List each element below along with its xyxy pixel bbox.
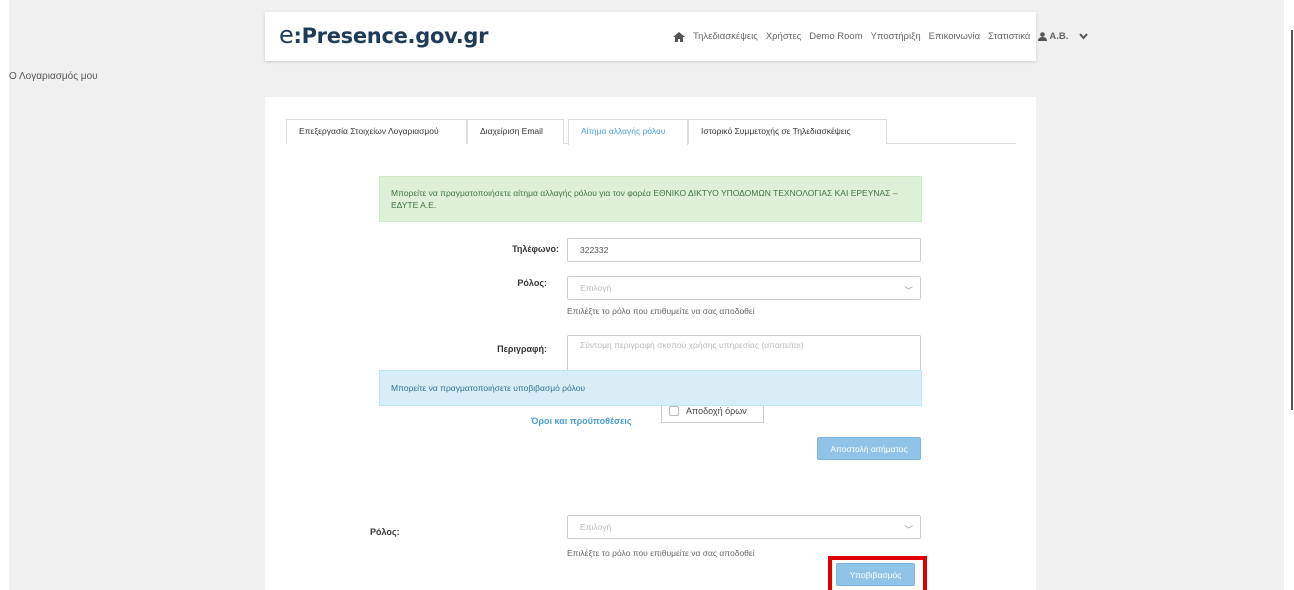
downgrade-role-help: Επιλέξτε το ρόλο που επιθυμείτε να σας α…	[567, 548, 755, 558]
tab-role-change[interactable]: Αίτημα αλλαγής ρόλου	[568, 119, 688, 145]
role-select-value: Επιλογή	[580, 283, 612, 293]
chevron-down-icon: ﹀	[903, 286, 913, 296]
account-card: Επεξεργασία Στοιχείων Λογαριασμού Διαχεί…	[265, 97, 1036, 590]
tabs: Επεξεργασία Στοιχείων Λογαριασμού Διαχεί…	[286, 119, 1016, 145]
role-label: Ρόλος:	[517, 278, 547, 288]
tab-email[interactable]: Διαχείριση Email	[467, 119, 564, 144]
tab-history[interactable]: Ιστορικό Συμμετοχής σε Τηλεδιασκέψεις	[688, 119, 887, 144]
brand-logo[interactable]: e:Presence.gov.gr	[279, 21, 489, 49]
downgrade-role-value: Επιλογή	[580, 522, 612, 532]
nav-item-support[interactable]: Υποστήριξη	[871, 31, 921, 42]
checkbox-icon[interactable]	[669, 406, 679, 416]
page-title: Ο Λογαριασμός μου	[9, 71, 98, 82]
downgrade-role-select[interactable]: Επιλογή ﹀	[567, 515, 921, 539]
role-change-alert: Μπορείτε να πραγματοποιήσετε αίτημα αλλα…	[379, 176, 922, 222]
submit-request-button[interactable]: Αποστολή αιτήματος	[817, 437, 921, 460]
description-label: Περιγραφή:	[497, 344, 547, 354]
terms-link[interactable]: Όροι και προϋποθέσεις	[531, 416, 632, 426]
phone-field[interactable]: 322332	[567, 238, 921, 262]
nav-item-contact[interactable]: Επικοινωνία	[929, 31, 981, 42]
phone-label: Τηλέφωνο:	[512, 244, 559, 254]
user-icon	[1038, 32, 1048, 41]
brand-e: e	[279, 21, 294, 49]
accept-terms-label: Αποδοχή όρων	[686, 406, 747, 416]
scrollbar[interactable]	[1291, 30, 1293, 410]
brand-name: :Presence.gov.gr	[293, 24, 489, 48]
chevron-down-icon: ﹀	[903, 525, 913, 535]
role-select[interactable]: Επιλογή ﹀	[567, 276, 921, 300]
nav-links: Τηλεδιασκέψεις Χρήστες Demo Room Υποστήρ…	[673, 31, 1098, 42]
role-help-text: Επιλέξτε το ρόλο που επιθυμείτε να σας α…	[567, 306, 755, 316]
chevron-down-icon	[1079, 33, 1089, 40]
highlight-box	[828, 556, 927, 590]
home-icon[interactable]	[673, 31, 685, 42]
nav-item-users[interactable]: Χρήστες	[766, 31, 801, 42]
nav-item-statistics[interactable]: Στατιστικά	[988, 31, 1030, 42]
downgrade-alert: Μπορείτε να πραγματοποιήσετε υποβιβασμό …	[379, 370, 922, 406]
nav-item-conferences[interactable]: Τηλεδιασκέψεις	[693, 31, 758, 42]
navbar: e:Presence.gov.gr Τηλεδιασκέψεις Χρήστες…	[265, 12, 1089, 61]
downgrade-role-label: Ρόλος:	[370, 527, 400, 537]
nav-item-demo-room[interactable]: Demo Room	[809, 31, 862, 42]
user-menu[interactable]: Α.Β.	[1038, 31, 1090, 42]
description-placeholder: Σύντομη περιγραφή σκοπού χρήσης υπηρεσία…	[580, 340, 804, 350]
tab-edit-account[interactable]: Επεξεργασία Στοιχείων Λογαριασμού	[286, 119, 467, 144]
user-initials: Α.Β.	[1049, 31, 1069, 42]
